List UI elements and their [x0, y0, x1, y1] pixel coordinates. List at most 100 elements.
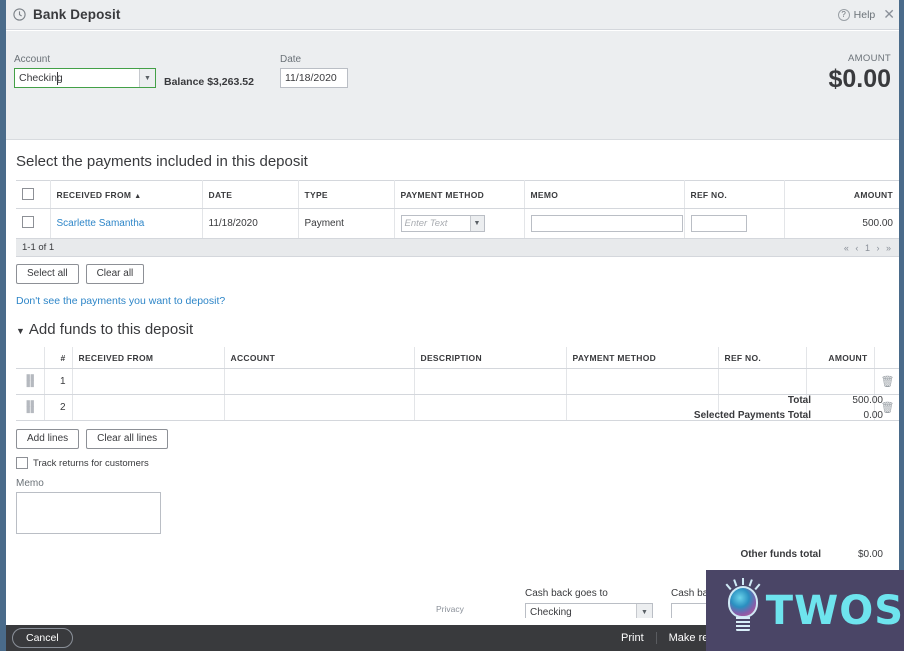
af-account-input[interactable]	[224, 368, 415, 395]
pager-page-number[interactable]: 1	[865, 243, 872, 253]
cell-received-from: Scarlette Samantha	[50, 208, 203, 239]
table-row: Scarlette Samantha 11/18/2020 Payment En…	[16, 208, 899, 239]
cash-back-goes-to-group: Cash back goes to Checking ▼	[525, 588, 653, 618]
memo-textarea[interactable]	[16, 492, 161, 534]
date-value: 11/18/2020	[285, 72, 337, 84]
clear-all-lines-button[interactable]: Clear all lines	[86, 429, 169, 449]
af-received-from-input[interactable]	[72, 368, 225, 395]
delete-line-cell[interactable]: 🗑	[874, 368, 899, 395]
col-date[interactable]: DATE	[202, 180, 299, 209]
af-ref-no-input[interactable]	[718, 368, 807, 395]
close-icon[interactable]: ✕	[883, 6, 895, 23]
window-titlebar: Bank Deposit ? Help ✕	[0, 0, 904, 30]
pager-next-button[interactable]: ›	[876, 243, 881, 253]
add-funds-header-row: # RECEIVED FROM ACCOUNT DESCRIPTION PAYM…	[16, 347, 899, 369]
drag-handle-cell[interactable]: ▮▮ ▮▮	[16, 394, 45, 421]
cell-memo	[524, 208, 685, 239]
privacy-link[interactable]: Privacy	[436, 604, 464, 614]
deposit-body: Select the payments included in this dep…	[6, 140, 899, 618]
col-type[interactable]: TYPE	[298, 180, 395, 209]
help-button[interactable]: ? Help	[837, 8, 876, 21]
col-payment-method[interactable]: PAYMENT METHOD	[394, 180, 525, 209]
track-returns-checkbox[interactable]	[16, 457, 28, 469]
cell-type: Payment	[298, 208, 395, 239]
af-payment-method-input[interactable]	[566, 368, 719, 395]
cash-back-goes-to-select[interactable]: Checking ▼	[525, 603, 653, 618]
drag-handle-icon[interactable]: ▮▮ ▮▮	[25, 399, 35, 414]
selected-total-value: 0.00	[863, 410, 883, 421]
deposit-header-panel: Account Checking ▼ Balance $3,263.52 Dat…	[6, 31, 899, 140]
row-checkbox[interactable]	[22, 216, 34, 228]
total-row: Total 500.00	[651, 393, 883, 408]
payments-header-row: RECEIVED FROM ▲ DATE TYPE PAYMENT METHOD …	[16, 180, 899, 209]
print-button[interactable]: Print	[609, 632, 656, 644]
table-row: ▮▮ ▮▮ 1 🗑	[16, 368, 899, 395]
track-returns-row[interactable]: Track returns for customers	[16, 457, 899, 469]
dont-see-payments-link[interactable]: Don't see the payments you want to depos…	[16, 295, 899, 307]
bank-deposit-window: Bank Deposit ? Help ✕ Account Checking ▼…	[0, 0, 904, 651]
af-received-from-input[interactable]	[72, 394, 225, 421]
total-label: Total	[787, 395, 811, 406]
col-memo[interactable]: MEMO	[524, 180, 685, 209]
customer-link[interactable]: Scarlette Samantha	[57, 218, 145, 229]
col-received-from-label: RECEIVED FROM	[56, 190, 132, 200]
col-received-from[interactable]: RECEIVED FROM ▲	[50, 180, 203, 209]
chevron-down-icon[interactable]: ▼	[469, 216, 484, 231]
pager-last-button[interactable]: »	[886, 243, 893, 253]
other-funds-total-label: Other funds total	[740, 549, 821, 560]
payment-method-placeholder: Enter Text	[404, 218, 448, 229]
help-label: Help	[853, 8, 876, 21]
col-af-delete	[874, 347, 899, 369]
memo-label: Memo	[16, 478, 44, 489]
af-description-input[interactable]	[414, 394, 567, 421]
row-select-cell	[16, 208, 51, 239]
pager-controls[interactable]: « ‹ 1 › »	[844, 243, 899, 253]
add-lines-button[interactable]: Add lines	[16, 429, 80, 449]
cell-payment-method: Enter Text ▼	[394, 208, 525, 239]
cancel-button[interactable]: Cancel	[12, 628, 73, 648]
trash-icon[interactable]: 🗑	[881, 376, 895, 388]
total-value: 500.00	[852, 395, 883, 406]
memo-input[interactable]	[530, 215, 683, 232]
chevron-down-icon[interactable]: ▼	[16, 326, 25, 336]
clear-all-button[interactable]: Clear all	[85, 264, 145, 284]
payment-method-input[interactable]: Enter Text ▼	[400, 215, 485, 232]
drag-handle-icon[interactable]: ▮▮ ▮▮	[25, 373, 35, 388]
account-balance: Balance $3,263.52	[164, 76, 254, 88]
selected-total-row: Selected Payments Total 0.00	[651, 408, 883, 423]
page-title: Bank Deposit	[33, 7, 121, 22]
chevron-down-icon[interactable]: ▼	[636, 604, 652, 618]
date-input[interactable]: 11/18/2020	[280, 68, 348, 88]
select-all-checkbox[interactable]	[22, 188, 34, 200]
account-field-group: Account Checking ▼	[14, 54, 156, 88]
select-all-header-cell	[16, 180, 51, 209]
cell-ref-no	[684, 208, 785, 239]
drag-handle-cell[interactable]: ▮▮ ▮▮	[16, 368, 45, 395]
left-accent-rail	[0, 0, 6, 651]
add-funds-section-header[interactable]: ▼ Add funds to this deposit	[16, 321, 899, 338]
account-input[interactable]: Checking ▼	[14, 68, 156, 88]
add-funds-button-row: Add lines Clear all lines	[16, 429, 899, 449]
cell-amount: 500.00	[784, 208, 899, 239]
date-label: Date	[280, 54, 302, 65]
col-ref-no[interactable]: REF NO.	[684, 180, 785, 209]
chevron-down-icon[interactable]: ▼	[139, 69, 155, 87]
af-description-input[interactable]	[414, 368, 567, 395]
text-caret	[57, 72, 58, 85]
account-label: Account	[14, 54, 51, 65]
pager-count: 1-1 of 1	[22, 242, 55, 253]
right-accent-rail	[899, 0, 904, 651]
payments-section-title: Select the payments included in this dep…	[16, 153, 308, 170]
col-amount[interactable]: AMOUNT	[784, 180, 899, 209]
col-af-amount: AMOUNT	[806, 347, 875, 369]
select-all-button[interactable]: Select all	[16, 264, 79, 284]
col-af-account: ACCOUNT	[224, 347, 415, 369]
af-account-input[interactable]	[224, 394, 415, 421]
pager-first-button[interactable]: «	[844, 243, 851, 253]
payments-totals: Total 500.00 Selected Payments Total 0.0…	[651, 393, 883, 423]
ref-no-input[interactable]	[690, 215, 747, 232]
af-amount-input[interactable]	[806, 368, 875, 395]
pager-prev-button[interactable]: ‹	[855, 243, 860, 253]
cell-date: 11/18/2020	[202, 208, 299, 239]
sort-asc-icon: ▲	[134, 193, 142, 200]
